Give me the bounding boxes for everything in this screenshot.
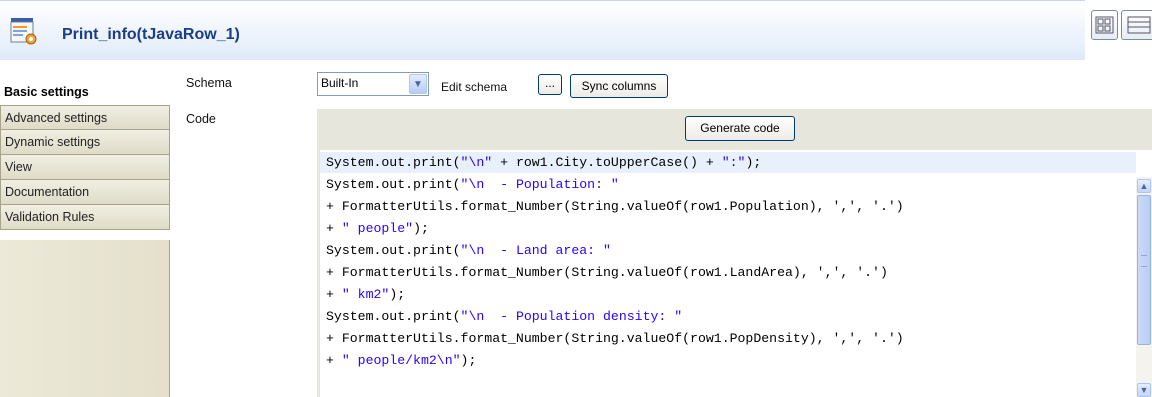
tab-basic-settings[interactable]: Basic settings xyxy=(0,80,170,105)
scroll-down-icon[interactable]: ▼ xyxy=(1137,383,1151,397)
tabs-background xyxy=(0,240,170,397)
schema-type-value: Built-In xyxy=(321,76,359,90)
settings-tabs: Basic settings Advanced settings Dynamic… xyxy=(0,80,170,230)
ellipsis-icon: ... xyxy=(544,76,555,90)
code-label: Code xyxy=(186,112,216,126)
tab-validation-rules[interactable]: Validation Rules xyxy=(0,205,170,230)
generate-code-button[interactable]: Generate code xyxy=(685,116,795,141)
edit-schema-button[interactable]: ... xyxy=(538,74,562,95)
code-line: + " people"); xyxy=(326,221,429,236)
tab-dynamic-settings[interactable]: Dynamic settings xyxy=(0,130,170,155)
list-view-icon xyxy=(1127,16,1151,34)
code-line: + " people/km2\n"); xyxy=(326,353,477,368)
code-line: System.out.print("\n - Land area: " xyxy=(326,243,611,258)
list-view-button[interactable] xyxy=(1121,10,1152,40)
code-line: + FormatterUtils.format_Number(String.va… xyxy=(326,331,904,346)
component-header: Print_info(tJavaRow_1) xyxy=(0,0,1085,60)
grid-view-button[interactable] xyxy=(1091,10,1118,40)
tab-view[interactable]: View xyxy=(0,155,170,180)
code-line: + FormatterUtils.format_Number(String.va… xyxy=(326,265,888,280)
component-icon xyxy=(10,18,37,45)
code-text[interactable]: System.out.print("\n" + row1.City.toUppe… xyxy=(326,152,1138,372)
component-title: Print_info(tJavaRow_1) xyxy=(62,26,240,43)
grid-view-icon xyxy=(1095,16,1114,34)
edit-schema-label: Edit schema xyxy=(441,80,508,94)
sync-columns-button[interactable]: Sync columns xyxy=(570,74,668,98)
chevron-down-icon[interactable]: ▼ xyxy=(409,74,427,94)
schema-label: Schema xyxy=(186,76,232,90)
scroll-thumb[interactable] xyxy=(1137,195,1151,345)
code-line: System.out.print("\n - Population: " xyxy=(326,177,619,192)
scroll-grip-icon xyxy=(1141,255,1147,267)
tab-advanced-settings[interactable]: Advanced settings xyxy=(0,105,170,130)
code-line: + FormatterUtils.format_Number(String.va… xyxy=(326,199,904,214)
tab-documentation[interactable]: Documentation xyxy=(0,180,170,205)
code-line: System.out.print("\n" + row1.City.toUppe… xyxy=(326,155,762,170)
code-line: + " km2"); xyxy=(326,287,406,302)
schema-type-select[interactable]: Built-In ▼ xyxy=(317,72,429,96)
scroll-up-icon[interactable]: ▲ xyxy=(1137,179,1151,193)
code-line: System.out.print("\n - Population densit… xyxy=(326,309,683,324)
